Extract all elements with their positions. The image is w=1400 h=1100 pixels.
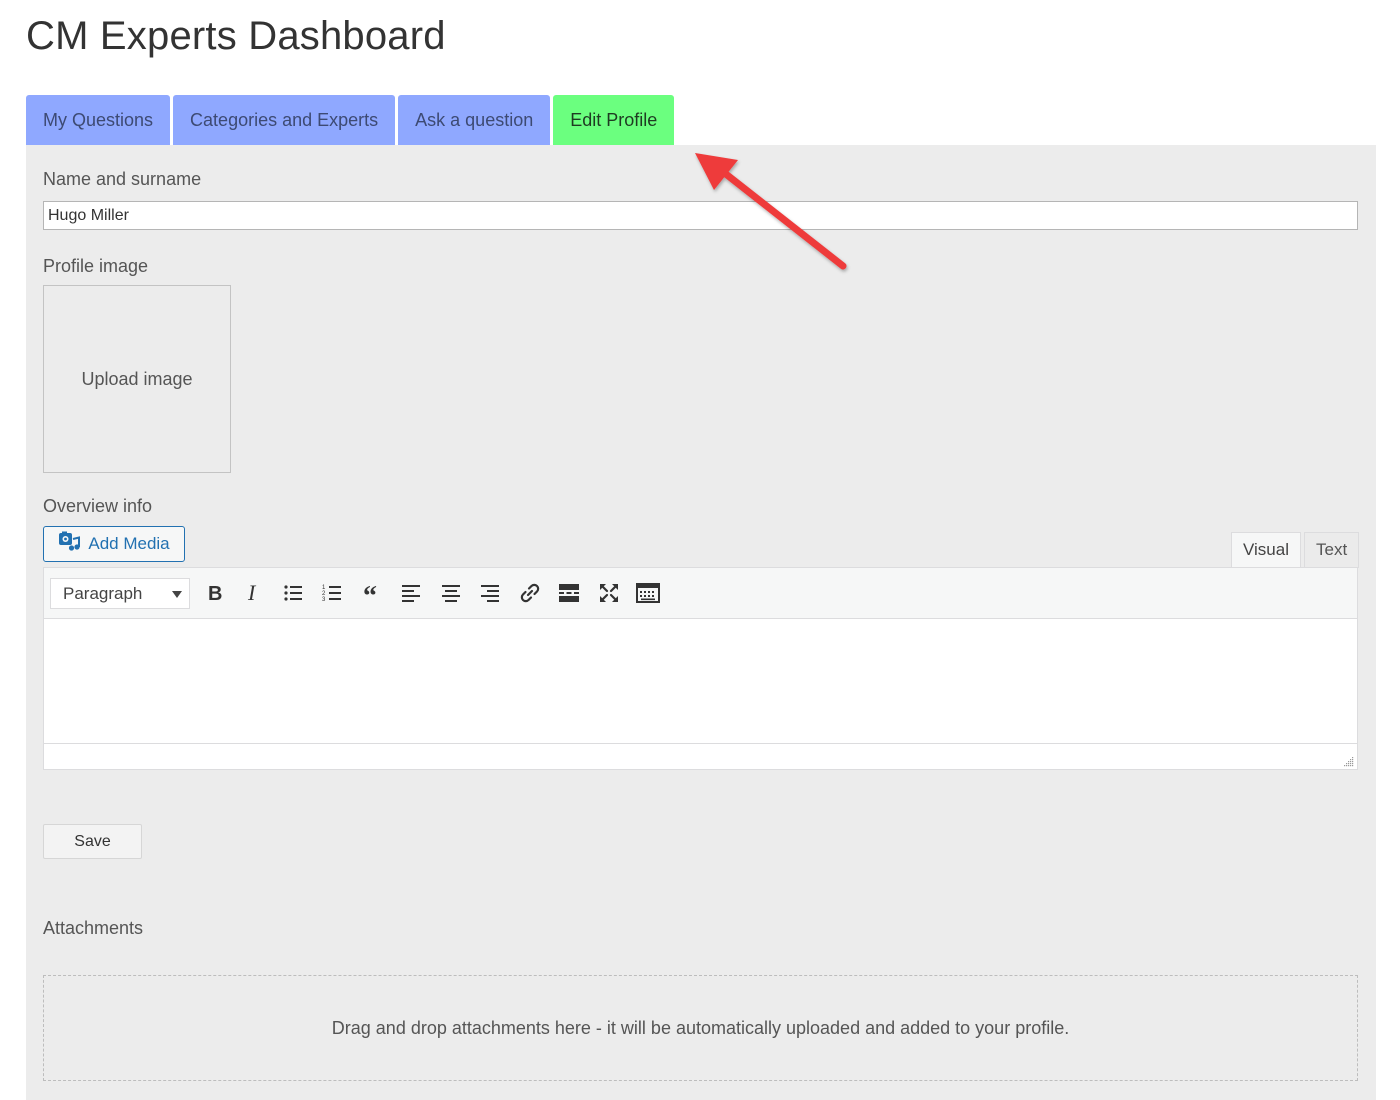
link-icon	[519, 582, 541, 604]
numbered-list-button[interactable]: 1 2 3	[317, 578, 347, 608]
svg-text:3: 3	[322, 597, 326, 603]
bulleted-list-button[interactable]	[278, 578, 308, 608]
insert-link-button[interactable]	[515, 578, 545, 608]
save-button[interactable]: Save	[43, 824, 142, 859]
upload-image-button[interactable]: Upload image	[43, 285, 231, 473]
tab-ask-a-question[interactable]: Ask a question	[398, 95, 551, 145]
paragraph-format-select[interactable]: Paragraph	[50, 578, 190, 609]
numbered-list-icon: 1 2 3	[322, 583, 342, 603]
bulleted-list-icon	[283, 583, 303, 603]
name-label: Name and surname	[43, 169, 202, 189]
bold-button[interactable]: B	[199, 578, 229, 608]
tab-categories-and-experts[interactable]: Categories and Experts	[173, 95, 396, 145]
fullscreen-icon	[599, 583, 619, 603]
overview-editor: Paragraph B I 1 2 3 “	[43, 567, 1358, 770]
edit-profile-panel: Name and surname Profile image Upload im…	[26, 145, 1376, 1100]
editor-toolbar: Paragraph B I 1 2 3 “	[44, 568, 1357, 619]
resize-handle-icon[interactable]	[1342, 754, 1354, 767]
format-select-value: Paragraph	[63, 584, 143, 603]
italic-button[interactable]: I	[238, 578, 268, 608]
svg-text:B: B	[208, 583, 222, 603]
read-more-icon	[558, 583, 580, 603]
attachments-dropzone[interactable]: Drag and drop attachments here - it will…	[43, 975, 1358, 1081]
editor-tab-visual[interactable]: Visual	[1231, 532, 1301, 568]
editor-tab-text[interactable]: Text	[1304, 532, 1360, 568]
profile-image-label: Profile image	[43, 256, 149, 276]
chevron-down-icon	[172, 591, 182, 598]
align-right-button[interactable]	[475, 578, 505, 608]
tab-edit-profile[interactable]: Edit Profile	[553, 95, 675, 145]
upload-image-label: Upload image	[81, 368, 193, 389]
blockquote-icon: “	[362, 583, 382, 603]
editor-content-area[interactable]	[44, 619, 1357, 745]
editor-status-bar	[44, 743, 1357, 769]
toolbar-toggle-icon	[636, 583, 660, 603]
svg-text:“: “	[363, 583, 377, 603]
align-left-icon	[401, 583, 421, 603]
svg-text:I: I	[247, 583, 257, 603]
bold-icon: B	[204, 583, 224, 603]
align-center-button[interactable]	[436, 578, 466, 608]
dropzone-text: Drag and drop attachments here - it will…	[331, 1017, 1070, 1038]
insert-read-more-button[interactable]	[554, 578, 584, 608]
page-title: CM Experts Dashboard	[26, 14, 446, 58]
add-media-icon	[58, 531, 81, 558]
tab-my-questions[interactable]: My Questions	[26, 95, 171, 145]
blockquote-button[interactable]: “	[357, 578, 387, 608]
name-input[interactable]	[43, 201, 1358, 230]
fullscreen-button[interactable]	[594, 578, 624, 608]
align-center-icon	[441, 583, 461, 603]
align-right-icon	[480, 583, 500, 603]
attachments-label: Attachments	[43, 918, 144, 938]
dashboard-tabs: My Questions Categories and Experts Ask …	[26, 95, 677, 145]
italic-icon: I	[243, 583, 263, 603]
overview-label: Overview info	[43, 496, 153, 516]
toolbar-toggle-button[interactable]	[633, 578, 663, 608]
add-media-label: Add Media	[88, 534, 170, 553]
add-media-button[interactable]: Add Media	[43, 526, 185, 562]
align-left-button[interactable]	[396, 578, 426, 608]
